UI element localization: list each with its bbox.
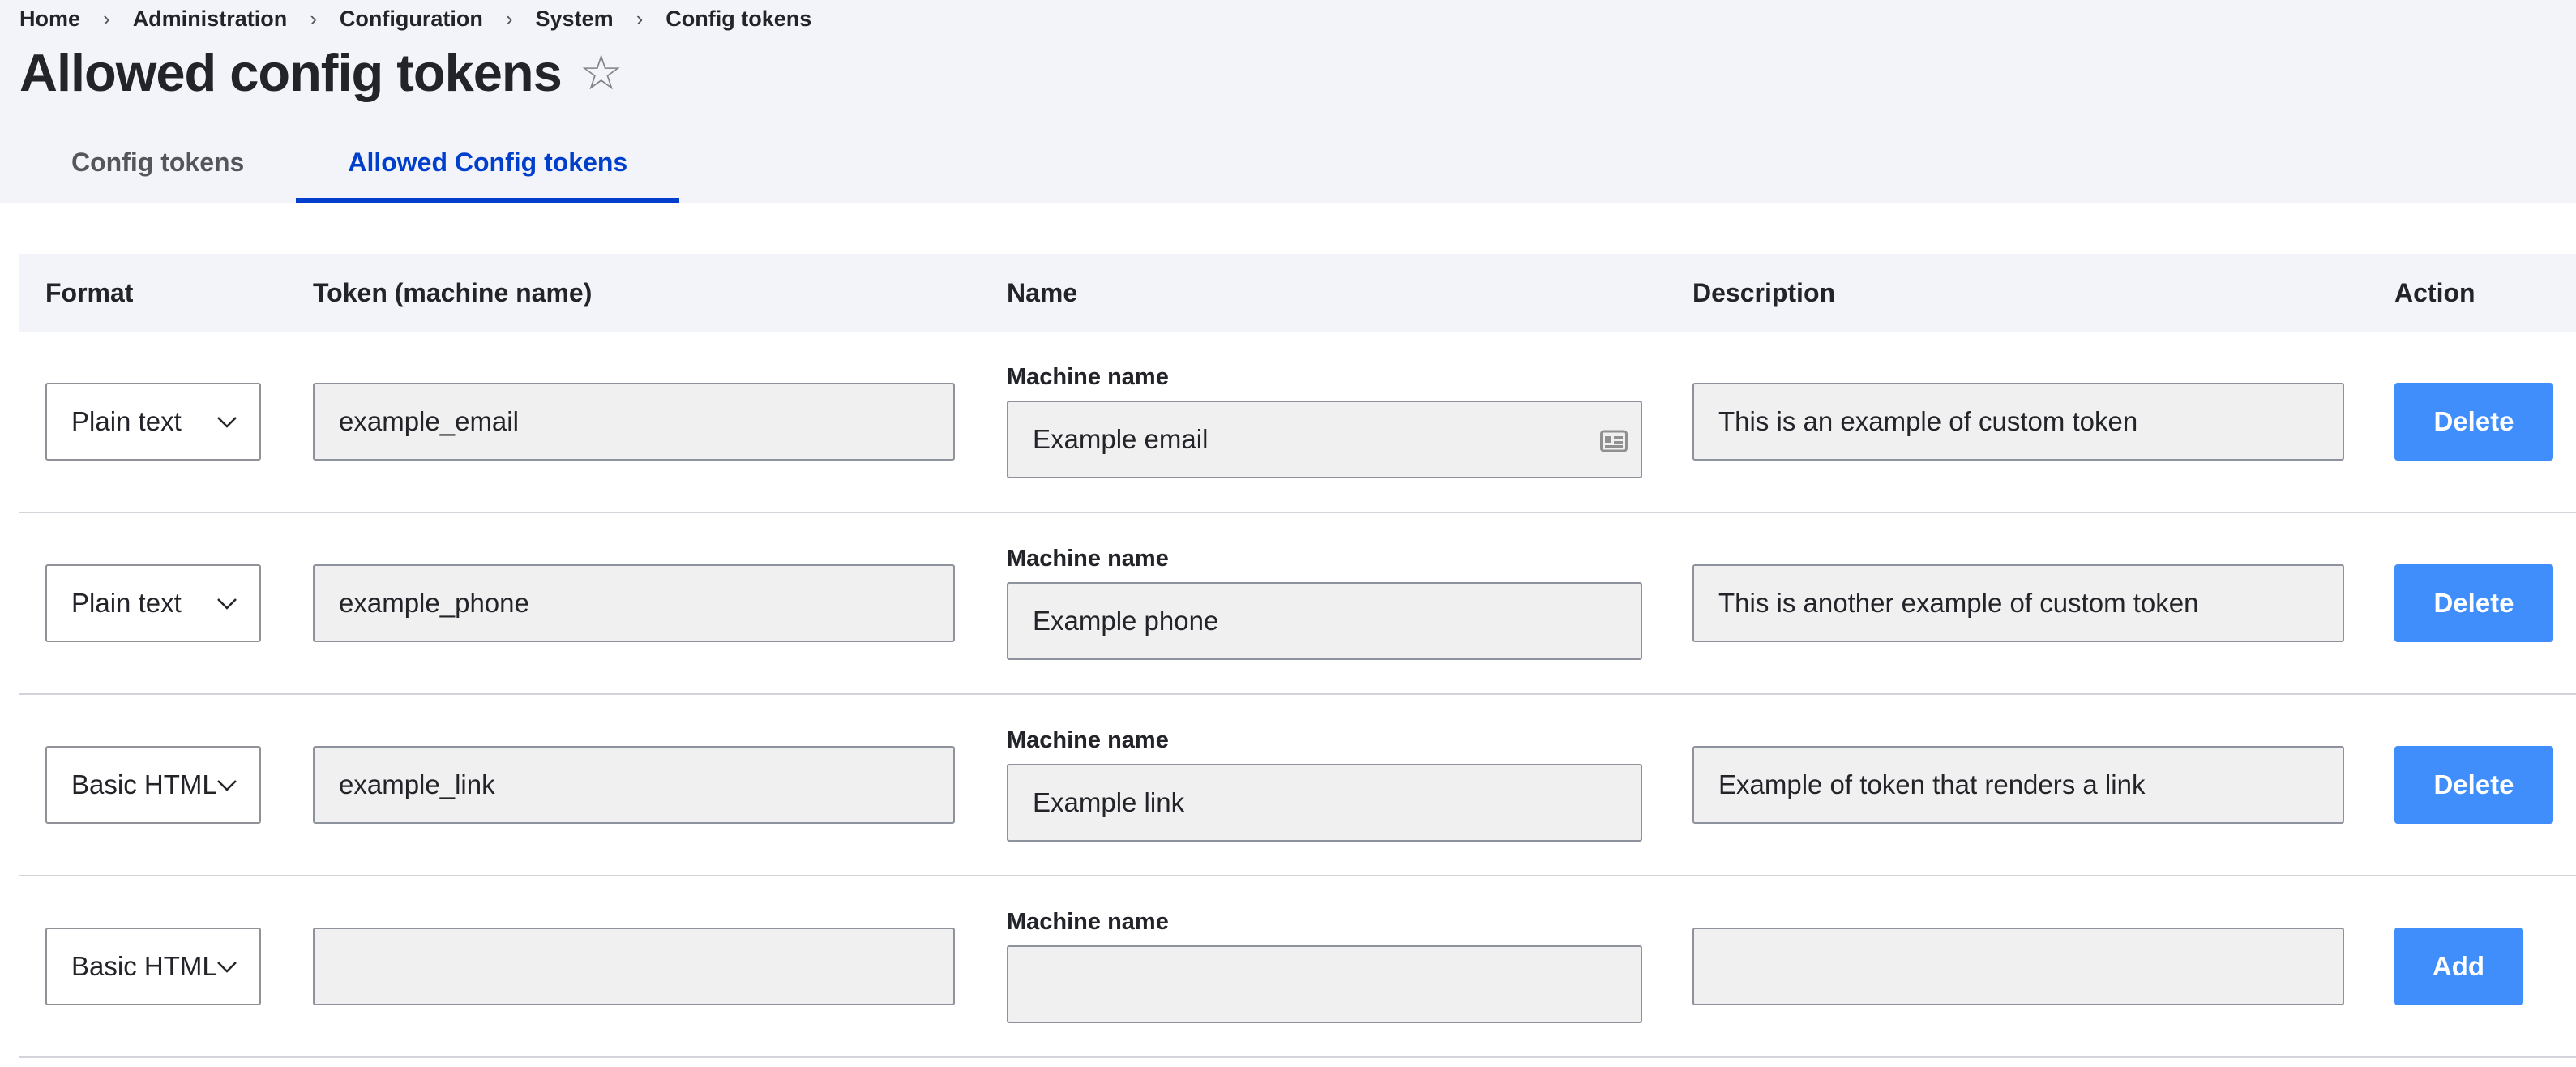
- contact-card-icon[interactable]: [1600, 430, 1628, 452]
- breadcrumb-separator: ›: [635, 6, 644, 31]
- format-select-value: Basic HTML: [71, 769, 217, 799]
- table-row: Basic HTML example_link Machine name Exa…: [19, 695, 2576, 876]
- delete-button[interactable]: Delete: [2394, 383, 2553, 461]
- name-input[interactable]: Example link: [1007, 764, 1642, 842]
- tab-config-tokens[interactable]: Config tokens: [19, 122, 296, 203]
- breadcrumb-home[interactable]: Home: [19, 6, 80, 32]
- description-input-value: This is another example of custom token: [1718, 588, 2199, 618]
- tabs: Config tokens Allowed Config tokens: [19, 122, 680, 203]
- table-row: Basic HTML Machine name Add: [19, 876, 2576, 1058]
- breadcrumb-separator: ›: [103, 6, 110, 31]
- star-icon[interactable]: ☆: [580, 44, 623, 102]
- machine-name-label: Machine name: [1007, 727, 1169, 753]
- description-input[interactable]: Example of token that renders a link: [1692, 746, 2344, 824]
- column-header-action: Action: [2394, 277, 2475, 307]
- name-input[interactable]: Example phone: [1007, 582, 1642, 660]
- tab-allowed-config-tokens[interactable]: Allowed Config tokens: [296, 122, 680, 203]
- column-header-name: Name: [1007, 277, 1078, 307]
- breadcrumb-separator: ›: [505, 6, 513, 31]
- breadcrumb: Home › Administration › Configuration › …: [19, 6, 811, 32]
- format-select-value: Plain text: [71, 406, 182, 436]
- add-button[interactable]: Add: [2394, 928, 2523, 1005]
- breadcrumb-configuration[interactable]: Configuration: [340, 6, 483, 32]
- description-input[interactable]: This is another example of custom token: [1692, 564, 2344, 642]
- name-input-value: Example link: [1033, 787, 1185, 817]
- machine-name-label: Machine name: [1007, 909, 1169, 935]
- column-header-token: Token (machine name): [313, 277, 593, 307]
- breadcrumb-config-tokens[interactable]: Config tokens: [665, 6, 811, 32]
- name-input-value: Example phone: [1033, 606, 1219, 636]
- description-input-value: Example of token that renders a link: [1718, 769, 2146, 799]
- delete-button[interactable]: Delete: [2394, 564, 2553, 642]
- format-select-value: Basic HTML: [71, 951, 217, 981]
- column-header-format: Format: [45, 277, 134, 307]
- description-input[interactable]: This is an example of custom token: [1692, 383, 2344, 461]
- token-input[interactable]: [313, 928, 955, 1005]
- tokens-table: Format Token (machine name) Name Descrip…: [19, 254, 2576, 1058]
- page-header: Home › Administration › Configuration › …: [0, 0, 2576, 203]
- chevron-down-icon: [217, 962, 237, 973]
- format-select[interactable]: Plain text: [45, 564, 261, 642]
- breadcrumb-system[interactable]: System: [536, 6, 614, 32]
- format-select-value: Plain text: [71, 588, 182, 618]
- breadcrumb-separator: ›: [310, 6, 317, 31]
- token-input[interactable]: example_link: [313, 746, 955, 824]
- machine-name-label: Machine name: [1007, 546, 1169, 572]
- description-input-value: This is an example of custom token: [1718, 406, 2138, 436]
- chevron-down-icon: [217, 417, 237, 428]
- name-input[interactable]: Example email: [1007, 401, 1642, 478]
- token-input-value: example_link: [339, 769, 495, 799]
- format-select[interactable]: Basic HTML: [45, 928, 261, 1005]
- token-input-value: example_email: [339, 406, 519, 436]
- column-header-description: Description: [1692, 277, 1836, 307]
- delete-button[interactable]: Delete: [2394, 746, 2553, 824]
- page-title: Allowed config tokens: [19, 43, 563, 102]
- name-input[interactable]: [1007, 945, 1642, 1023]
- token-input[interactable]: example_email: [313, 383, 955, 461]
- breadcrumb-administration[interactable]: Administration: [133, 6, 288, 32]
- chevron-down-icon: [217, 780, 237, 791]
- table-header: Format Token (machine name) Name Descrip…: [19, 254, 2576, 332]
- description-input[interactable]: [1692, 928, 2344, 1005]
- title-row: Allowed config tokens ☆: [19, 44, 623, 102]
- format-select[interactable]: Basic HTML: [45, 746, 261, 824]
- token-input[interactable]: example_phone: [313, 564, 955, 642]
- name-input-value: Example email: [1033, 424, 1209, 454]
- chevron-down-icon: [217, 598, 237, 610]
- table-row: Plain text example_phone Machine name Ex…: [19, 513, 2576, 695]
- machine-name-label: Machine name: [1007, 364, 1169, 390]
- token-input-value: example_phone: [339, 588, 529, 618]
- table-row: Plain text example_email Machine name Ex…: [19, 332, 2576, 513]
- format-select[interactable]: Plain text: [45, 383, 261, 461]
